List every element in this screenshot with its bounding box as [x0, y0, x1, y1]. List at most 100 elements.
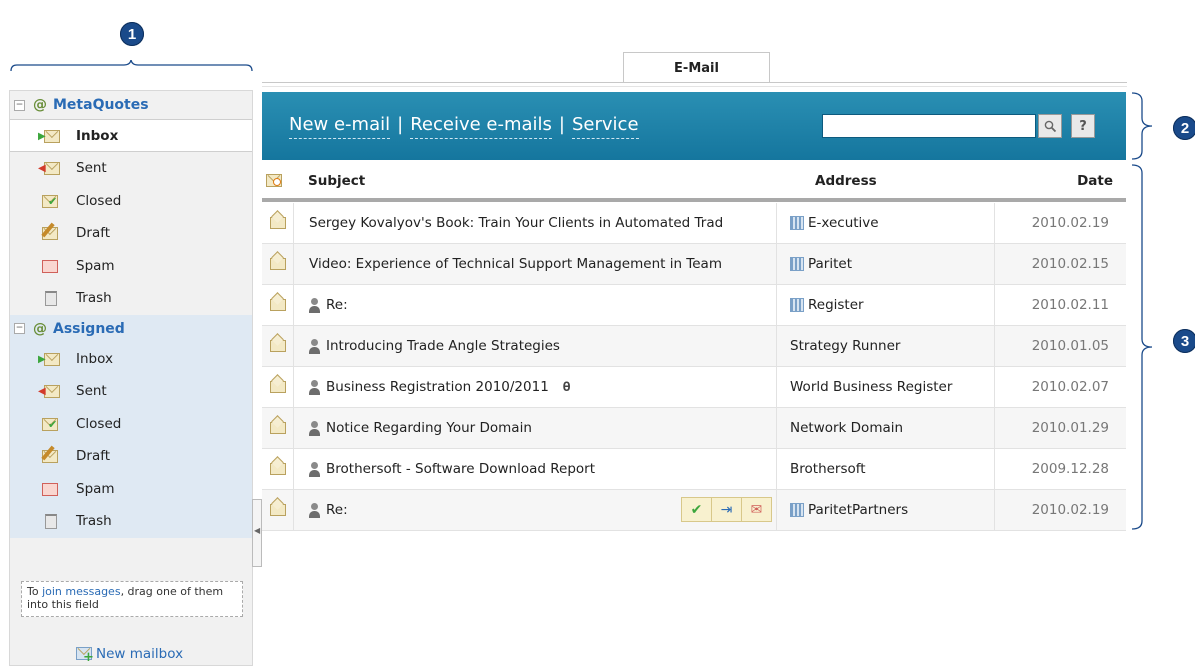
- spam-icon: [42, 259, 58, 273]
- folder-spam[interactable]: Spam: [10, 473, 252, 506]
- mail-address: Network Domain: [790, 420, 904, 436]
- mail-toolbar: New e-mail | Receive e-mails | Service ?: [262, 92, 1126, 160]
- mail-date: 2010.02.15: [1031, 256, 1109, 272]
- column-header-subject[interactable]: Subject: [308, 173, 365, 189]
- folder-trash[interactable]: Trash: [10, 505, 252, 538]
- callout-1-brace: [10, 60, 253, 72]
- read-envelope-icon: [269, 258, 286, 270]
- move-icon: ⇥: [720, 501, 733, 518]
- new-email-link[interactable]: New e-mail: [289, 114, 391, 139]
- checkmark-icon: ✔: [690, 501, 703, 518]
- mailbox-header-metaquotes[interactable]: − @ MetaQuotes: [10, 91, 252, 119]
- person-icon: [309, 379, 320, 395]
- callout-3-brace: [1131, 164, 1153, 530]
- callout-1: 1: [120, 22, 144, 46]
- help-button[interactable]: ?: [1071, 114, 1095, 138]
- folder-draft[interactable]: Draft: [10, 217, 252, 250]
- spam-mail-button[interactable]: ✉: [741, 497, 772, 522]
- draft-icon: [41, 445, 58, 464]
- mail-row[interactable]: Video: Experience of Technical Support M…: [262, 244, 1126, 285]
- mailbox-sidebar: − @ MetaQuotes ▶ Inbox ◀ Sent ✔ Closed D…: [9, 90, 253, 666]
- read-envelope-icon: [269, 463, 286, 475]
- folder-inbox[interactable]: ▶ Inbox: [10, 343, 252, 376]
- read-envelope-icon: [269, 381, 286, 393]
- folder-trash[interactable]: Trash: [10, 282, 252, 315]
- mail-row[interactable]: Brothersoft - Software Download Report B…: [262, 449, 1126, 490]
- mail-address: World Business Register: [790, 379, 953, 395]
- mail-subject: Video: Experience of Technical Support M…: [309, 256, 722, 272]
- mailbox-header-assigned[interactable]: − @ Assigned: [10, 315, 252, 343]
- folder-sent[interactable]: ◀ Sent: [10, 152, 252, 185]
- row-actions: ✔ ⇥ ✉: [681, 497, 772, 522]
- receive-emails-link[interactable]: Receive e-mails: [410, 114, 552, 139]
- folder-closed[interactable]: ✔ Closed: [10, 185, 252, 218]
- folder-draft[interactable]: Draft: [10, 440, 252, 473]
- search-button[interactable]: [1038, 114, 1062, 138]
- callout-2: 2: [1173, 116, 1195, 140]
- person-icon: [309, 297, 320, 313]
- mail-date: 2010.01.05: [1031, 338, 1109, 354]
- folder-spam[interactable]: Spam: [10, 250, 252, 283]
- folder-label: Trash: [76, 513, 112, 530]
- mail-date: 2010.01.29: [1031, 420, 1109, 436]
- inbox-icon: ▶: [38, 352, 60, 366]
- column-header-date[interactable]: Date: [1077, 173, 1113, 189]
- at-icon: @: [33, 97, 47, 113]
- new-mailbox-label: New mailbox: [96, 646, 184, 662]
- search-input[interactable]: [822, 114, 1036, 138]
- read-envelope-icon: [269, 299, 286, 311]
- folder-label: Closed: [76, 192, 122, 209]
- mail-address: Brothersoft: [790, 461, 866, 477]
- attachment-icon: 𝛉: [562, 379, 571, 395]
- tab-email[interactable]: E-Mail: [623, 52, 770, 83]
- spam-icon: [42, 482, 58, 496]
- mail-subject: Business Registration 2010/2011: [326, 379, 549, 395]
- folder-label: Spam: [76, 257, 115, 274]
- mail-row[interactable]: Re: ✔ ⇥ ✉ ParitetPartners 2010.02.19: [262, 490, 1126, 531]
- service-link[interactable]: Service: [572, 114, 639, 139]
- mail-row[interactable]: Introducing Trade Angle Strategies Strat…: [262, 326, 1126, 367]
- join-messages-dropzone[interactable]: To join messages, drag one of them into …: [21, 581, 243, 617]
- mail-subject: Re:: [326, 502, 348, 518]
- mail-address: Register: [808, 297, 864, 313]
- folder-sent[interactable]: ◀ Sent: [10, 375, 252, 408]
- status-column-icon[interactable]: [266, 174, 282, 188]
- new-mailbox-button[interactable]: + New mailbox: [76, 646, 184, 665]
- mail-row[interactable]: Sergey Kovalyov's Book: Train Your Clien…: [262, 203, 1126, 244]
- mail-subject: Introducing Trade Angle Strategies: [326, 338, 560, 354]
- read-envelope-icon: [269, 340, 286, 352]
- collapse-icon[interactable]: −: [14, 99, 25, 111]
- person-icon: [309, 338, 320, 354]
- folder-closed[interactable]: ✔ Closed: [10, 408, 252, 441]
- folder-inbox[interactable]: ▶ Inbox: [10, 119, 252, 152]
- tab-divider: [262, 82, 1127, 83]
- tab-divider-secondary: [262, 86, 1127, 87]
- mail-address: ParitetPartners: [808, 502, 909, 518]
- closed-icon: ✔: [42, 417, 58, 431]
- envelope-icon: ✉: [750, 501, 763, 518]
- mail-row[interactable]: Business Registration 2010/2011 𝛉 World B…: [262, 367, 1126, 408]
- move-mail-button[interactable]: ⇥: [711, 497, 742, 522]
- folder-label: Inbox: [76, 127, 119, 144]
- mail-row[interactable]: Notice Regarding Your Domain Network Dom…: [262, 408, 1126, 449]
- company-icon: [790, 257, 804, 271]
- mail-address: Strategy Runner: [790, 338, 901, 354]
- mailbox-name: Assigned: [53, 320, 125, 337]
- folder-label: Sent: [76, 383, 107, 400]
- mailbox-group-assigned: − @ Assigned ▶ Inbox ◀ Sent ✔ Closed Dra…: [10, 314, 252, 538]
- person-icon: [309, 420, 320, 436]
- sidebar-splitter[interactable]: ◀: [252, 499, 262, 567]
- column-header-address[interactable]: Address: [815, 173, 877, 189]
- collapse-icon[interactable]: −: [14, 323, 25, 334]
- company-icon: [790, 216, 804, 230]
- draft-icon: [41, 222, 58, 241]
- mail-row[interactable]: Re: Register 2010.02.11: [262, 285, 1126, 326]
- folder-label: Sent: [76, 160, 107, 177]
- trash-icon: [42, 514, 58, 530]
- person-icon: [309, 461, 320, 477]
- close-mail-button[interactable]: ✔: [681, 497, 712, 522]
- join-messages-link[interactable]: join messages: [42, 585, 120, 598]
- mail-subject: Sergey Kovalyov's Book: Train Your Clien…: [309, 215, 724, 231]
- mail-list: Sergey Kovalyov's Book: Train Your Clien…: [262, 203, 1126, 531]
- company-icon: [790, 298, 804, 312]
